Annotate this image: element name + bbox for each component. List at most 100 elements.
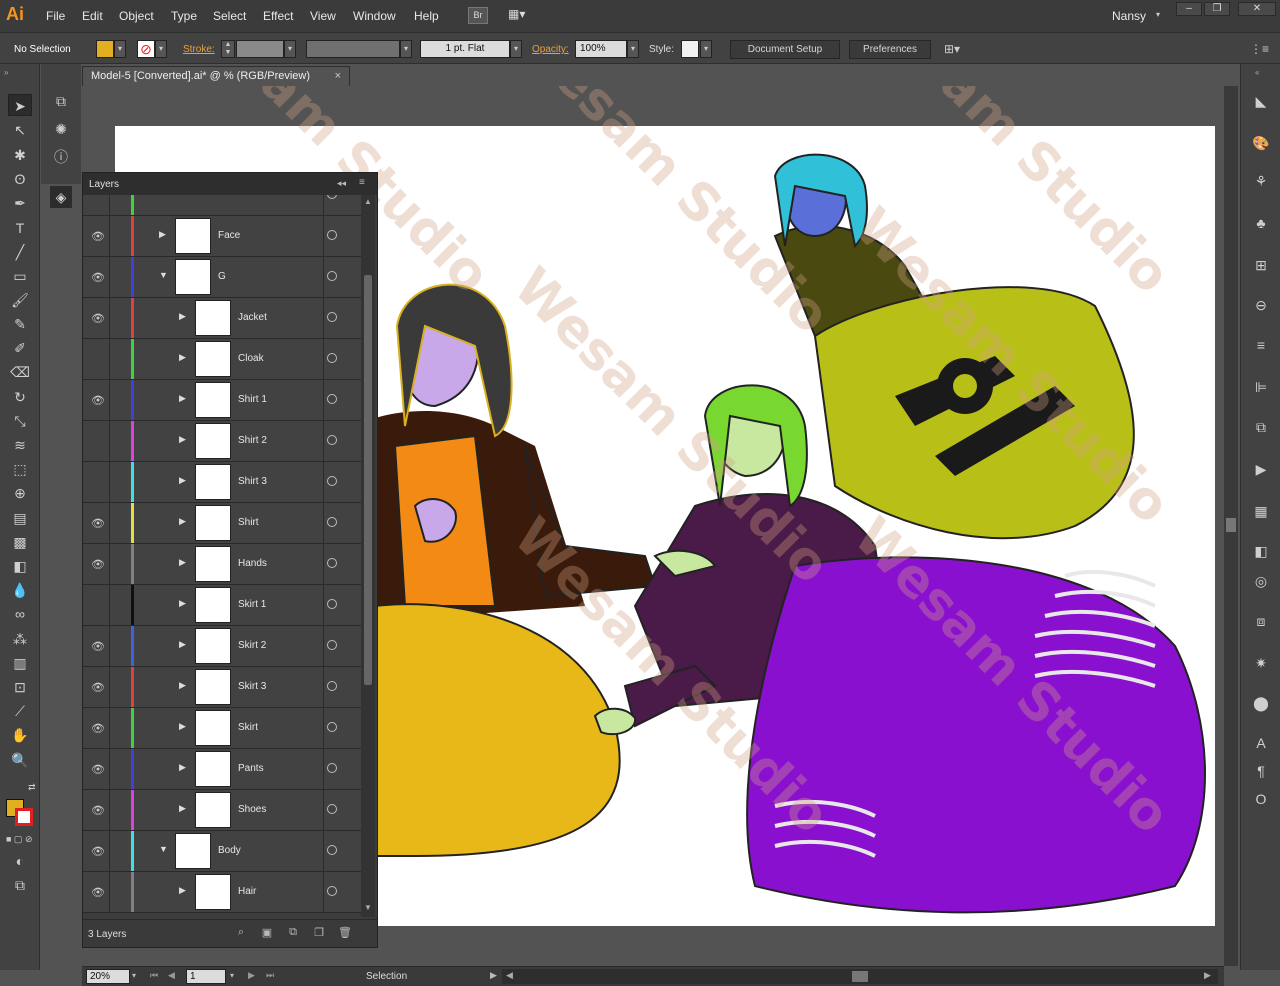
symbols-library-icon[interactable]: ♣ [1250,212,1272,234]
layer-name[interactable]: Pants [238,763,264,774]
stroke-panel-icon[interactable]: ◣ [1250,90,1272,112]
pathfinder-panel-icon[interactable]: ⧉ [1250,416,1272,438]
layer-row[interactable]: 👁 ▶ Face [83,216,361,257]
layer-target-icon[interactable] [327,640,337,650]
layer-name[interactable]: Face [218,230,240,241]
layer-target-icon[interactable] [327,886,337,896]
menu-effect[interactable]: Effect [263,9,293,23]
close-window-button[interactable]: ✕ [1238,2,1276,16]
opacity-field[interactable]: 100% [575,40,627,58]
swap-colors-icon[interactable]: ⇄ [28,782,36,793]
preferences-button[interactable]: Preferences [849,40,931,59]
document-setup-button[interactable]: Document Setup [730,40,840,59]
collapsed-arrow-icon[interactable]: ▶ [179,762,186,773]
visibility-eye-icon[interactable]: 👁 [91,394,105,407]
visibility-eye-icon[interactable]: 👁 [91,722,105,735]
layer-target-icon[interactable] [327,271,337,281]
layer-row[interactable]: 👁 ▶ Hands [83,544,361,585]
previous-artboard-icon[interactable]: ◀ [168,970,175,981]
style-swatch[interactable] [681,40,699,58]
canvas-horizontal-scrollbar[interactable]: ◀ ▶ [502,969,1218,984]
canvas-horizontal-scroll-thumb[interactable] [852,971,868,982]
layer-row[interactable]: 👁 ▶ Shirt [83,503,361,544]
mesh-tool-icon[interactable]: ▩ [8,531,32,553]
menu-window[interactable]: Window [353,9,396,23]
actions-panel-icon[interactable]: ▶ [1250,458,1272,480]
zoom-dropdown-icon[interactable]: ▾ [132,971,136,980]
stroke-weight-field[interactable] [236,40,284,58]
collapsed-arrow-icon[interactable]: ▶ [179,434,186,445]
layer-row-partial[interactable] [83,195,361,216]
layer-target-icon[interactable] [327,394,337,404]
align-panel-icon[interactable]: ⊞ [1250,254,1272,276]
first-artboard-icon[interactable]: ⏮ [150,970,158,981]
opacity-label[interactable]: Opacity: [532,44,569,55]
magic-wand-tool-icon[interactable]: ✱ [8,144,32,166]
collapsed-arrow-icon[interactable]: ▶ [179,475,186,486]
toolbar-collapse-icon[interactable]: » [4,68,8,77]
symbols-panel-icon[interactable]: ✺ [50,118,72,140]
layer-row[interactable]: 👁 ▶ Shirt 1 [83,380,361,421]
layer-row[interactable]: ▶ Cloak [83,339,361,380]
layer-name[interactable]: Shirt 3 [238,476,267,487]
draw-mode-icon[interactable]: ◐ [8,850,32,872]
layer-target-icon[interactable] [327,435,337,445]
document-tab[interactable]: Model-5 [Converted].ai* @ % (RGB/Preview… [82,66,350,86]
stroke-weight-dropdown-icon[interactable]: ▾ [284,40,296,58]
width-profile-dropdown-icon[interactable]: ▾ [400,40,412,58]
layers-panel-header[interactable]: Layers ◂◂ ≡ [83,173,377,195]
layer-row[interactable]: ▶ Skirt 1 [83,585,361,626]
gradient-panel-icon[interactable]: ◧ [1250,540,1272,562]
layer-target-icon[interactable] [327,558,337,568]
status-menu-icon[interactable]: ▶ [490,970,497,981]
collapsed-arrow-icon[interactable]: ▶ [179,516,186,527]
minimize-button[interactable]: – [1176,2,1202,16]
collapsed-arrow-icon[interactable]: ▶ [179,393,186,404]
layers-panel-menu-icon[interactable]: ≡ [359,177,365,188]
visibility-toggle-empty[interactable] [91,476,105,488]
layer-target-icon[interactable] [327,230,337,240]
layer-row[interactable]: ▶ Shirt 3 [83,462,361,503]
layer-name[interactable]: Skirt [238,722,258,733]
locate-object-icon[interactable]: ⌕ [233,926,249,942]
layer-target-icon[interactable] [327,763,337,773]
layer-name[interactable]: Shirt [238,517,259,528]
canvas-vertical-scrollbar[interactable] [1224,86,1238,966]
layer-row[interactable]: 👁 ▶ Pants [83,749,361,790]
character-panel-icon[interactable]: A [1250,732,1272,754]
layer-name[interactable]: G [218,271,226,282]
scroll-down-icon[interactable]: ▼ [364,903,372,912]
expanded-arrow-icon[interactable]: ▼ [159,270,168,280]
menu-help[interactable]: Help [414,9,439,23]
layer-row[interactable]: 👁 ▶ Skirt [83,708,361,749]
fill-dropdown-icon[interactable]: ▾ [114,40,126,58]
collapsed-arrow-icon[interactable]: ▶ [179,557,186,568]
visibility-toggle-empty[interactable] [91,599,105,611]
visibility-eye-icon[interactable]: 👁 [91,845,105,858]
stroke-weight-stepper[interactable]: ▲ ▼ [221,40,235,58]
collapsed-arrow-icon[interactable]: ▶ [179,803,186,814]
pencil-tool-icon[interactable]: ✎ [8,313,32,335]
swatches-panel-icon[interactable]: ▦ [1250,500,1272,522]
layer-name[interactable]: Shirt 1 [238,394,267,405]
perspective-grid-tool-icon[interactable]: ▤ [8,507,32,529]
layer-name[interactable]: Skirt 2 [238,640,266,651]
collapsed-arrow-icon[interactable]: ▶ [179,639,186,650]
image-trace-panel-icon[interactable]: ⬤ [1250,692,1272,714]
rotate-tool-icon[interactable]: ↻ [8,386,32,408]
style-dropdown-icon[interactable]: ▾ [700,40,712,58]
zoom-tool-icon[interactable]: 🔍 [8,749,32,771]
free-transform-tool-icon[interactable]: ⬚ [8,458,32,480]
line-tool-icon[interactable]: ╱ [8,241,32,263]
make-clipping-mask-icon[interactable]: ▣ [259,926,275,942]
visibility-toggle-empty[interactable] [91,435,105,447]
workspace-arrange-icon[interactable]: ▦▾ [508,7,534,24]
visibility-eye-icon[interactable]: 👁 [91,681,105,694]
info-panel-icon[interactable]: ⓘ [50,146,72,168]
collapsed-arrow-icon[interactable]: ▶ [179,352,186,363]
layers-panel-icon[interactable]: ◈ [50,186,72,208]
stroke-dropdown-icon[interactable]: ▾ [155,40,167,58]
layer-name[interactable]: Skirt 3 [238,681,266,692]
new-sublayer-icon[interactable]: ⧉ [285,926,301,942]
close-document-icon[interactable]: × [335,70,341,82]
